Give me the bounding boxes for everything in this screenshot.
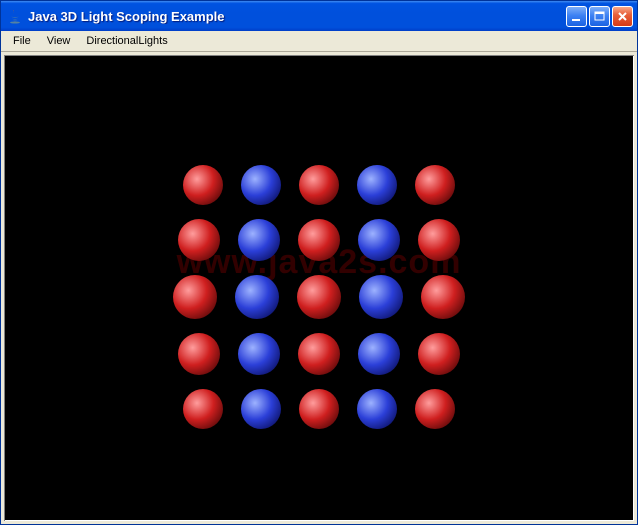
red-sphere (178, 219, 220, 261)
red-sphere (298, 219, 340, 261)
sphere-row (173, 165, 465, 205)
title-bar[interactable]: Java 3D Light Scoping Example (1, 1, 637, 31)
red-sphere (178, 333, 220, 375)
red-sphere (173, 275, 217, 319)
blue-sphere (241, 389, 281, 429)
menu-directional-lights[interactable]: DirectionalLights (78, 33, 175, 49)
red-sphere (299, 165, 339, 205)
blue-sphere (357, 165, 397, 205)
blue-sphere (238, 219, 280, 261)
red-sphere (415, 389, 455, 429)
canvas-3d[interactable]: www.java2s.com (4, 55, 634, 521)
sphere-row (173, 275, 465, 319)
window-title: Java 3D Light Scoping Example (28, 9, 566, 24)
app-window: Java 3D Light Scoping Example File View … (0, 0, 638, 525)
blue-sphere (358, 333, 400, 375)
menu-view[interactable]: View (39, 33, 79, 49)
blue-sphere (241, 165, 281, 205)
maximize-button[interactable] (589, 6, 610, 27)
blue-sphere (238, 333, 280, 375)
close-button[interactable] (612, 6, 633, 27)
blue-sphere (358, 219, 400, 261)
red-sphere (299, 389, 339, 429)
red-sphere (183, 389, 223, 429)
red-sphere (297, 275, 341, 319)
java-app-icon (7, 8, 23, 24)
red-sphere (418, 333, 460, 375)
blue-sphere (235, 275, 279, 319)
red-sphere (298, 333, 340, 375)
minimize-button[interactable] (566, 6, 587, 27)
sphere-grid (173, 165, 465, 443)
sphere-row (173, 333, 465, 375)
red-sphere (415, 165, 455, 205)
blue-sphere (357, 389, 397, 429)
red-sphere (421, 275, 465, 319)
sphere-row (173, 389, 465, 429)
menu-file[interactable]: File (5, 33, 39, 49)
blue-sphere (359, 275, 403, 319)
window-controls (566, 6, 633, 27)
sphere-row (173, 219, 465, 261)
red-sphere (418, 219, 460, 261)
menu-bar: File View DirectionalLights (1, 31, 637, 52)
red-sphere (183, 165, 223, 205)
